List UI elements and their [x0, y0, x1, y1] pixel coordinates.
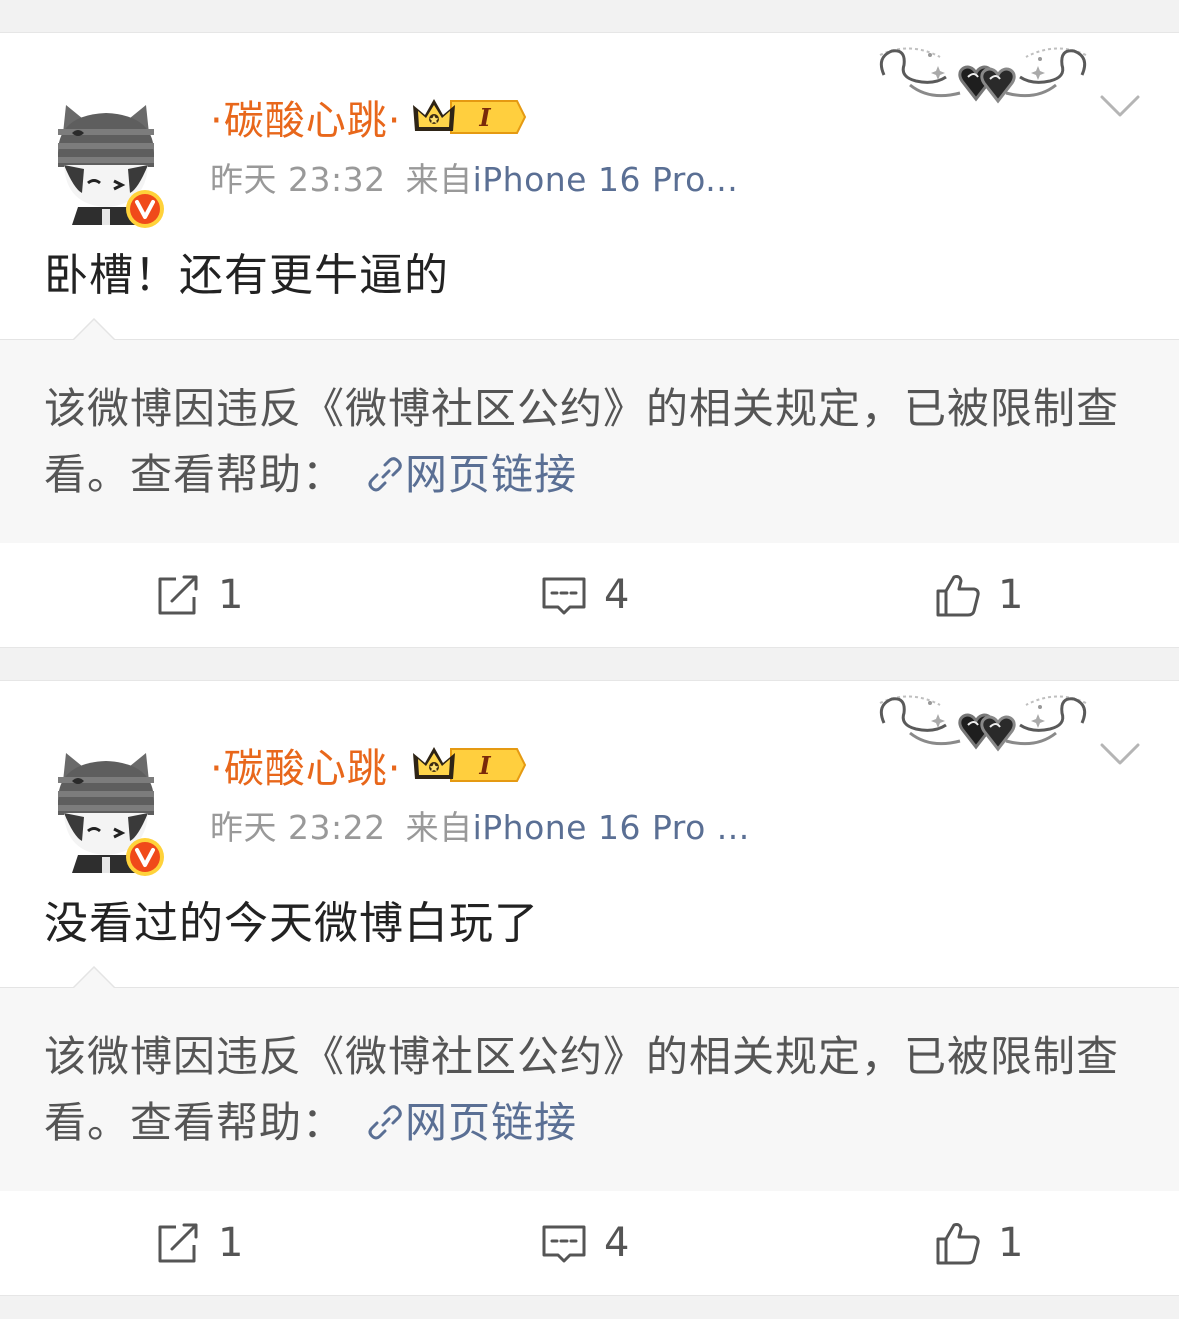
notice-pointer — [72, 318, 116, 342]
avatar[interactable] — [44, 741, 168, 877]
username[interactable]: ·碳酸心跳· — [210, 88, 401, 146]
comment-button[interactable]: 4 — [540, 1191, 629, 1295]
like-button[interactable]: 1 — [934, 1191, 1023, 1295]
feed-divider — [0, 1296, 1179, 1319]
post-menu-button[interactable] — [1098, 739, 1142, 769]
link-icon — [365, 455, 405, 495]
crown-badge[interactable]: I — [411, 743, 527, 787]
weibo-post[interactable]: ·碳酸心跳· I 昨天 23:32 来自iPhone 16 Pro... 卧槽！… — [0, 32, 1179, 648]
repost-button[interactable]: 1 — [154, 1191, 243, 1295]
username[interactable]: ·碳酸心跳· — [210, 736, 401, 794]
notice-message: 该微博因违反《微博社区公约》的相关规定，已被限制查看。查看帮助： — [44, 1032, 1120, 1147]
action-bar: 1 4 1 — [0, 543, 1179, 647]
author-row: ·碳酸心跳· I — [210, 737, 527, 793]
source-prefix: 来自 — [405, 160, 473, 199]
action-bar: 1 4 1 — [0, 1191, 1179, 1295]
verified-v-icon — [126, 838, 164, 876]
repost-button[interactable]: 1 — [154, 543, 243, 647]
crown-badge[interactable]: I — [411, 95, 527, 139]
chevron-down-icon — [1100, 743, 1140, 765]
repost-icon — [154, 1219, 202, 1267]
badge-level: I — [479, 103, 492, 132]
avatar[interactable] — [44, 93, 168, 229]
source-prefix: 来自 — [405, 808, 473, 847]
comment-count: 4 — [604, 1220, 630, 1266]
verified-v-icon — [126, 190, 164, 228]
comment-icon — [540, 571, 588, 619]
notice-pointer — [72, 966, 116, 990]
post-meta: 昨天 23:22 来自iPhone 16 Pro ... — [210, 801, 750, 849]
thumbs-up-icon — [934, 1219, 982, 1267]
repost-count: 1 — [218, 1220, 244, 1266]
post-source[interactable]: iPhone 16 Pro... — [473, 160, 739, 199]
weibo-feed: ·碳酸心跳· I 昨天 23:32 来自iPhone 16 Pro... 卧槽！… — [0, 0, 1179, 1319]
post-content: 没看过的今天微博白玩了 — [44, 898, 539, 949]
restricted-repost-notice: 该微博因违反《微博社区公约》的相关规定，已被限制查看。查看帮助： 网页链接 — [0, 966, 1179, 1191]
card-decoration — [870, 41, 1096, 115]
chevron-down-icon — [1100, 95, 1140, 117]
like-count: 1 — [998, 1220, 1024, 1266]
notice-text: 该微博因违反《微博社区公约》的相关规定，已被限制查看。查看帮助： 网页链接 — [44, 1024, 1124, 1156]
comment-count: 4 — [604, 572, 630, 618]
thumbs-up-icon — [934, 571, 982, 619]
comment-button[interactable]: 4 — [540, 543, 629, 647]
like-count: 1 — [998, 572, 1024, 618]
repost-count: 1 — [218, 572, 244, 618]
post-time: 昨天 23:22 — [210, 808, 386, 847]
link-icon — [365, 1103, 405, 1143]
restricted-repost-notice: 该微博因违反《微博社区公约》的相关规定，已被限制查看。查看帮助： 网页链接 — [0, 318, 1179, 543]
repost-icon — [154, 571, 202, 619]
card-decoration — [870, 689, 1096, 763]
post-source[interactable]: iPhone 16 Pro ... — [473, 808, 750, 847]
comment-icon — [540, 1219, 588, 1267]
weibo-post[interactable]: ·碳酸心跳· I 昨天 23:22 来自iPhone 16 Pro ... 没看… — [0, 680, 1179, 1296]
post-content: 卧槽！还有更牛逼的 — [44, 250, 449, 301]
like-button[interactable]: 1 — [934, 543, 1023, 647]
notice-message: 该微博因违反《微博社区公约》的相关规定，已被限制查看。查看帮助： — [44, 384, 1120, 499]
post-time: 昨天 23:32 — [210, 160, 386, 199]
badge-level: I — [479, 751, 492, 780]
web-link[interactable]: 网页链接 — [405, 450, 577, 499]
web-link[interactable]: 网页链接 — [405, 1098, 577, 1147]
post-menu-button[interactable] — [1098, 91, 1142, 121]
notice-text: 该微博因违反《微博社区公约》的相关规定，已被限制查看。查看帮助： 网页链接 — [44, 376, 1124, 508]
post-meta: 昨天 23:32 来自iPhone 16 Pro... — [210, 153, 738, 201]
author-row: ·碳酸心跳· I — [210, 89, 527, 145]
